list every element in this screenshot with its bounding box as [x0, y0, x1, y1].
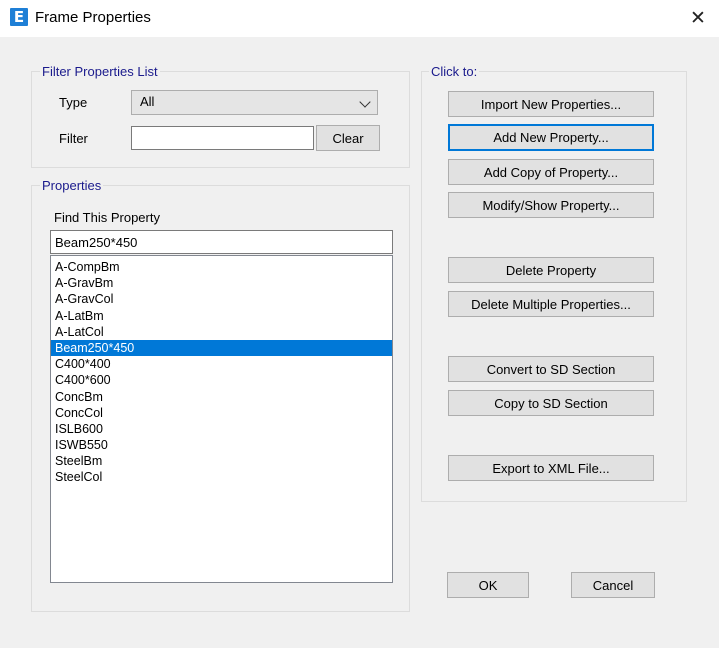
property-list-item[interactable]: ISLB600	[51, 421, 392, 437]
clear-button[interactable]: Clear	[316, 125, 380, 151]
filter-properties-legend: Filter Properties List	[40, 64, 160, 79]
property-list-item[interactable]: ConcBm	[51, 389, 392, 405]
properties-legend: Properties	[40, 178, 104, 193]
copy-to-sd-section-button[interactable]: Copy to SD Section	[448, 390, 654, 416]
property-list-item[interactable]: C400*400	[51, 356, 392, 372]
find-property-label: Find This Property	[54, 210, 160, 225]
close-icon[interactable]: ✕	[686, 6, 710, 30]
click-to-legend: Click to:	[429, 64, 480, 79]
chevron-down-icon	[359, 96, 371, 108]
property-list-item[interactable]: A-CompBm	[51, 259, 392, 275]
property-list-item[interactable]: A-LatCol	[51, 324, 392, 340]
type-dropdown[interactable]: All	[131, 90, 378, 115]
delete-multiple-properties-button[interactable]: Delete Multiple Properties...	[448, 291, 654, 317]
cancel-button[interactable]: Cancel	[571, 572, 655, 598]
window-edge	[719, 37, 723, 648]
convert-to-sd-section-button[interactable]: Convert to SD Section	[448, 356, 654, 382]
property-list-item[interactable]: A-GravCol	[51, 291, 392, 307]
property-list-item[interactable]: A-GravBm	[51, 275, 392, 291]
find-property-input[interactable]	[50, 230, 393, 254]
filter-properties-group	[31, 71, 410, 168]
title-bar: E Frame Properties ✕	[0, 0, 723, 37]
add-new-property-button[interactable]: Add New Property...	[448, 124, 654, 151]
property-list-item[interactable]: ISWB550	[51, 437, 392, 453]
property-list-item[interactable]: SteelBm	[51, 453, 392, 469]
properties-listbox[interactable]: A-CompBm A-GravBm A-GravCol A-LatBm A-LatCol…	[50, 255, 393, 583]
type-label: Type	[59, 95, 88, 110]
import-new-properties-button[interactable]: Import New Properties...	[448, 91, 654, 117]
delete-property-button[interactable]: Delete Property	[448, 257, 654, 283]
add-copy-of-property-button[interactable]: Add Copy of Property...	[448, 159, 654, 185]
property-list-item[interactable]: A-LatBm	[51, 308, 392, 324]
property-list-item[interactable]: C400*600	[51, 372, 392, 388]
modify-show-property-button[interactable]: Modify/Show Property...	[448, 192, 654, 218]
window-title: Frame Properties	[35, 9, 151, 26]
property-list-item[interactable]: Beam250*450	[51, 339, 392, 357]
filter-input[interactable]	[131, 126, 314, 150]
type-dropdown-value: All	[140, 94, 155, 109]
property-list-item[interactable]: SteelCol	[51, 469, 392, 485]
export-to-xml-file-button[interactable]: Export to XML File...	[448, 455, 654, 481]
property-list-item[interactable]: ConcCol	[51, 405, 392, 421]
filter-label: Filter	[59, 131, 88, 146]
etabs-app-icon: E	[10, 8, 28, 26]
ok-button[interactable]: OK	[447, 572, 529, 598]
